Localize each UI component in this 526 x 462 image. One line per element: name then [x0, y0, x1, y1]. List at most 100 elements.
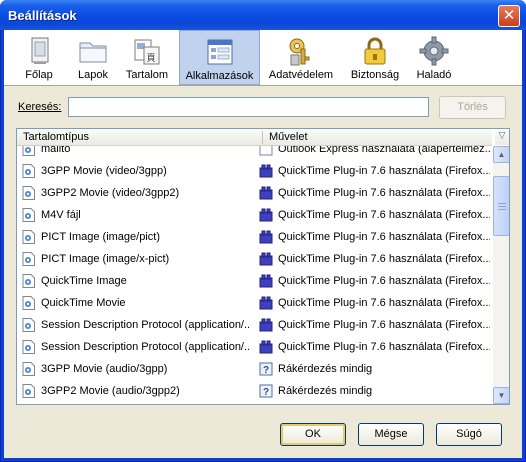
tab-tabs-label: Lapok [78, 69, 108, 81]
tab-privacy-label: Adatvédelem [268, 69, 334, 81]
content-type-icon [22, 318, 35, 332]
content-type-icon [22, 274, 35, 288]
cancel-button[interactable]: Mégse [358, 423, 424, 446]
tab-privacy[interactable]: Adatvédelem [266, 30, 336, 85]
column-header-type[interactable]: Tartalomtípus [23, 131, 89, 143]
plugin-icon [259, 318, 273, 332]
tab-tabs[interactable]: Lapok [70, 30, 116, 85]
close-icon: ✕ [502, 7, 516, 24]
window-title: Beállítások [8, 8, 77, 23]
thumb-grip [498, 206, 506, 207]
svg-text:?: ? [263, 387, 269, 398]
table-row[interactable]: PICT Image (image/x-pict) QuickTime Plug-… [17, 249, 492, 271]
action-cell[interactable]: QuickTime Plug-in 7.6 használata (Firefo… [278, 187, 490, 199]
scroll-down-button[interactable]: ▼ [493, 387, 509, 404]
content-type-cell: 3GPP Movie (video/3gpp) [41, 165, 167, 177]
action-cell[interactable]: QuickTime Plug-in 7.6 használata (Firefo… [278, 231, 490, 243]
table-row[interactable]: 3GPP2 Movie (video/3gpp2) QuickTime Plug-… [17, 183, 492, 205]
tab-advanced[interactable]: Haladó [410, 30, 458, 85]
search-input[interactable] [68, 97, 429, 117]
thumb-grip [498, 209, 506, 210]
plugin-icon [259, 296, 273, 310]
vertical-scrollbar[interactable]: ▲ ▼ [493, 146, 509, 404]
lock-icon [364, 37, 386, 65]
key-icon [289, 38, 310, 66]
tab-security[interactable]: Biztonság [348, 30, 402, 85]
close-button[interactable]: ✕ [498, 5, 520, 27]
table-row[interactable]: QuickTime Image QuickTime Plug-in 7.6 has… [17, 271, 492, 293]
tab-content-label: Tartalom [125, 69, 169, 81]
tab-advanced-label: Haladó [416, 69, 452, 81]
table-row[interactable]: QuickTime Movie QuickTime Plug-in 7.6 has… [17, 293, 492, 315]
content-type-icon [22, 186, 35, 200]
table-row[interactable]: mailto Outlook Express használata (alapér… [17, 146, 492, 161]
help-button[interactable]: Súgó [436, 423, 502, 446]
ask-icon: ? [259, 384, 273, 398]
content-type-icon [22, 230, 35, 244]
table-row[interactable]: PICT Image (image/pict) QuickTime Plug-in… [17, 227, 492, 249]
tab-security-label: Biztonság [350, 69, 400, 81]
content-type-cell: 3GPP2 Movie (video/3gpp2) [41, 187, 180, 199]
action-cell[interactable]: QuickTime Plug-in 7.6 használata (Firefo… [278, 209, 490, 221]
content-type-list: Tartalomtípus Művelet ▽ mailto Outlook Ex… [16, 128, 510, 405]
plugin-icon [259, 274, 273, 288]
scroll-up-button[interactable]: ▲ [493, 146, 509, 163]
search-label: Keresés: [18, 101, 62, 113]
content-type-cell: M4V fájl [41, 209, 81, 221]
column-header-action[interactable]: Művelet [269, 131, 308, 143]
column-divider[interactable] [262, 131, 263, 144]
plugin-icon [259, 164, 273, 178]
content-type-icon [22, 164, 35, 178]
content-type-cell: QuickTime Image [41, 275, 127, 287]
content-type-cell: 3GPP2 Movie (audio/3gpp2) [41, 385, 180, 397]
tab-applications[interactable]: Alkalmazások [179, 30, 260, 85]
content-type-icon [22, 146, 35, 156]
tab-applications-label: Alkalmazások [185, 70, 254, 82]
action-cell[interactable]: QuickTime Plug-in 7.6 használata (Firefo… [278, 275, 490, 287]
table-row[interactable]: Session Description Protocol (applicatio… [17, 337, 492, 359]
table-row[interactable]: Session Description Protocol (applicatio… [17, 315, 492, 337]
content-type-icon [22, 252, 35, 266]
list-header: Tartalomtípus Művelet [17, 129, 492, 146]
content-icon: 頁 [134, 39, 160, 65]
tab-content[interactable]: 頁 Tartalom [122, 30, 172, 85]
table-row[interactable]: 3GPP2 Movie (audio/3gpp2)? Rákérdezés min… [17, 381, 492, 403]
ok-button[interactable]: OK [280, 423, 346, 446]
action-cell[interactable]: QuickTime Plug-in 7.6 használata (Firefo… [278, 319, 490, 331]
folder-icon [79, 42, 107, 63]
dialog-body: Főlap Lapok 頁 Tartalom Alkalmazások Adat… [4, 30, 522, 458]
table-row[interactable]: 3GPP Movie (video/3gpp) QuickTime Plug-in… [17, 161, 492, 183]
content-type-cell: Session Description Protocol (applicatio… [41, 341, 249, 353]
plugin-icon [259, 186, 273, 200]
plugin-icon [259, 252, 273, 266]
table-row[interactable]: M4V fájl QuickTime Plug-in 7.6 használata… [17, 205, 492, 227]
column-picker-icon[interactable]: ▽ [495, 130, 509, 145]
scroll-thumb[interactable] [493, 176, 509, 236]
title-bar[interactable]: Beállítások ✕ [0, 0, 526, 30]
content-type-cell: PICT Image (image/x-pict) [41, 253, 170, 265]
plugin-icon [259, 230, 273, 244]
tab-main[interactable]: Főlap [16, 30, 62, 85]
action-cell[interactable]: QuickTime Plug-in 7.6 használata (Firefo… [278, 297, 490, 309]
svg-text:?: ? [263, 365, 269, 376]
content-type-cell: mailto [41, 146, 71, 155]
action-cell[interactable]: Rákérdezés mindig [278, 385, 490, 397]
content-type-icon [22, 340, 35, 354]
content-type-icon [22, 362, 35, 376]
content-type-icon [22, 208, 35, 222]
content-type-cell: Session Description Protocol (applicatio… [41, 319, 249, 331]
ask-icon: ? [259, 362, 273, 376]
svg-text:頁: 頁 [147, 53, 156, 63]
content-type-cell: PICT Image (image/pict) [41, 231, 161, 243]
action-cell[interactable]: Rákérdezés mindig [278, 363, 490, 375]
action-cell[interactable]: QuickTime Plug-in 7.6 használata (Firefo… [278, 165, 490, 177]
list-rows: mailto Outlook Express használata (alapér… [17, 146, 492, 404]
gear-icon [419, 36, 449, 66]
applications-icon [207, 39, 232, 65]
action-cell[interactable]: QuickTime Plug-in 7.6 használata (Firefo… [278, 253, 490, 265]
clear-button[interactable]: Törlés [439, 96, 506, 119]
table-row[interactable]: 3GPP Movie (audio/3gpp)? Rákérdezés mindi… [17, 359, 492, 381]
tab-main-label: Főlap [25, 69, 53, 81]
action-cell[interactable]: QuickTime Plug-in 7.6 használata (Firefo… [278, 341, 490, 353]
action-cell[interactable]: Outlook Express használata (alapértelmez… [278, 146, 490, 155]
